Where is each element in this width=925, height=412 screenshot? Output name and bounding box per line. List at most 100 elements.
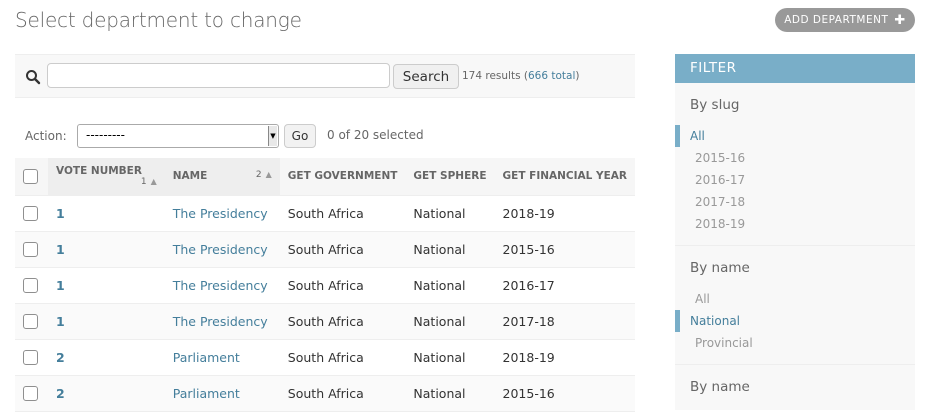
sort-ascending-icon[interactable]: ▲ <box>266 170 272 179</box>
table-row: 2 Parliament South Africa National 2015-… <box>15 375 635 412</box>
total-link[interactable]: 666 total <box>528 70 575 82</box>
filter-option[interactable]: All <box>675 125 915 147</box>
row-checkbox[interactable] <box>23 278 38 293</box>
row-select-cell <box>15 339 49 376</box>
filter-panel: FILTER By slug All 2015-16 2016-17 2017-… <box>675 54 915 410</box>
vote-cell: 2 <box>48 375 165 412</box>
name-link[interactable]: The Presidency <box>173 314 268 329</box>
search-input[interactable] <box>47 63 390 88</box>
financial-year-cell: 2015-16 <box>494 231 635 268</box>
vote-link[interactable]: 2 <box>56 386 65 401</box>
sphere-cell: National <box>405 267 495 304</box>
sort-priority[interactable]: 2 ▲ <box>256 170 272 180</box>
filter-option[interactable]: 2016-17 <box>675 169 915 191</box>
table-row: 1 The Presidency South Africa National 2… <box>15 231 635 268</box>
results-suffix: ) <box>575 70 580 82</box>
sort-priority[interactable]: 1 ▲ <box>141 177 157 187</box>
filter-option[interactable]: All <box>675 288 915 310</box>
search-button[interactable]: Search <box>393 64 459 89</box>
row-checkbox[interactable] <box>23 386 38 401</box>
vote-link[interactable]: 1 <box>56 314 65 329</box>
filter-option[interactable]: 2018-19 <box>675 213 915 235</box>
sort-index: 1 <box>140 177 147 188</box>
results-count: 174 results (666 total) <box>462 70 580 82</box>
name-link[interactable]: Parliament <box>173 386 240 401</box>
row-select-cell <box>15 375 49 412</box>
filter-option[interactable]: 2017-18 <box>675 191 915 213</box>
financial-year-cell: 2018-19 <box>494 339 635 376</box>
add-department-button[interactable]: ADD DEPARTMENT ✚ <box>775 8 915 32</box>
go-button[interactable]: Go <box>284 124 316 148</box>
sort-ascending-icon[interactable]: ▲ <box>151 177 157 186</box>
column-label: VOTE NUMBER <box>56 165 142 178</box>
name-cell: The Presidency <box>164 303 280 340</box>
financial-year-cell: 2018-19 <box>494 195 635 232</box>
row-checkbox[interactable] <box>23 206 38 221</box>
selected-count: 0 of 20 selected <box>327 128 424 142</box>
name-link[interactable]: The Presidency <box>173 278 268 293</box>
vote-cell: 1 <box>48 195 165 232</box>
sphere-cell: National <box>405 375 495 412</box>
vote-link[interactable]: 1 <box>56 242 65 257</box>
name-cell: The Presidency <box>164 231 280 268</box>
name-link[interactable]: The Presidency <box>173 242 268 257</box>
vote-cell: 1 <box>48 267 165 304</box>
vote-link[interactable]: 1 <box>56 206 65 221</box>
sort-index: 2 <box>255 170 262 181</box>
row-checkbox[interactable] <box>23 314 38 329</box>
dropdown-arrow-icon: ▼ <box>268 126 277 146</box>
action-select[interactable]: --------- ▼ <box>77 124 279 148</box>
results-prefix: 174 results ( <box>462 70 528 82</box>
result-table: VOTE NUMBER 1 ▲ NAME 2 ▲ GET GOVERNMENT GE… <box>15 158 635 412</box>
action-selected-option: --------- <box>86 128 125 142</box>
name-cell: The Presidency <box>164 267 280 304</box>
filter-option[interactable]: 2015-16 <box>675 147 915 169</box>
column-name[interactable]: NAME 2 ▲ <box>164 158 280 196</box>
name-link[interactable]: Parliament <box>173 350 240 365</box>
column-get-financial-year: GET FINANCIAL YEAR <box>494 158 635 196</box>
table-header-row: VOTE NUMBER 1 ▲ NAME 2 ▲ GET GOVERNMENT GE… <box>15 158 635 196</box>
row-select-cell <box>15 231 49 268</box>
actions-bar: Action: --------- ▼ Go 0 of 20 selected <box>15 120 635 154</box>
row-checkbox[interactable] <box>23 350 38 365</box>
search-toolbar: Search 174 results (666 total) <box>15 54 635 98</box>
government-cell: South Africa <box>279 303 406 340</box>
row-select-cell <box>15 267 49 304</box>
row-select-cell <box>15 303 49 340</box>
column-label: NAME <box>172 170 208 183</box>
filter-heading-by-name: By name <box>690 260 750 276</box>
government-cell: South Africa <box>279 195 406 232</box>
search-icon <box>26 70 41 85</box>
name-link[interactable]: The Presidency <box>173 206 268 221</box>
table-row: 2 Parliament South Africa National 2018-… <box>15 339 635 376</box>
financial-year-cell: 2017-18 <box>494 303 635 340</box>
vote-cell: 1 <box>48 231 165 268</box>
column-get-government: GET GOVERNMENT <box>279 158 406 196</box>
government-cell: South Africa <box>279 339 406 376</box>
filter-heading-by-slug: By slug <box>690 97 740 113</box>
sphere-cell: National <box>405 303 495 340</box>
vote-link[interactable]: 1 <box>56 278 65 293</box>
column-vote-number[interactable]: VOTE NUMBER 1 ▲ <box>48 158 165 196</box>
government-cell: South Africa <box>279 231 406 268</box>
vote-cell: 2 <box>48 339 165 376</box>
action-label: Action: <box>25 129 67 143</box>
name-cell: Parliament <box>164 375 280 412</box>
sphere-cell: National <box>405 231 495 268</box>
filter-list-name: All National Provincial <box>675 282 915 365</box>
filter-title: FILTER <box>675 54 915 83</box>
financial-year-cell: 2015-16 <box>494 375 635 412</box>
sphere-cell: National <box>405 339 495 376</box>
vote-link[interactable]: 2 <box>56 350 65 365</box>
filter-list-slug: All 2015-16 2016-17 2017-18 2018-19 <box>675 119 915 246</box>
name-cell: The Presidency <box>164 195 280 232</box>
add-department-label: ADD DEPARTMENT <box>784 14 889 26</box>
vote-cell: 1 <box>48 303 165 340</box>
filter-option[interactable]: Provincial <box>675 332 915 354</box>
name-cell: Parliament <box>164 339 280 376</box>
table-row: 1 The Presidency South Africa National 2… <box>15 267 635 304</box>
filter-option[interactable]: National <box>675 310 915 332</box>
row-checkbox[interactable] <box>23 242 38 257</box>
sphere-cell: National <box>405 195 495 232</box>
select-all-checkbox[interactable] <box>23 168 38 184</box>
